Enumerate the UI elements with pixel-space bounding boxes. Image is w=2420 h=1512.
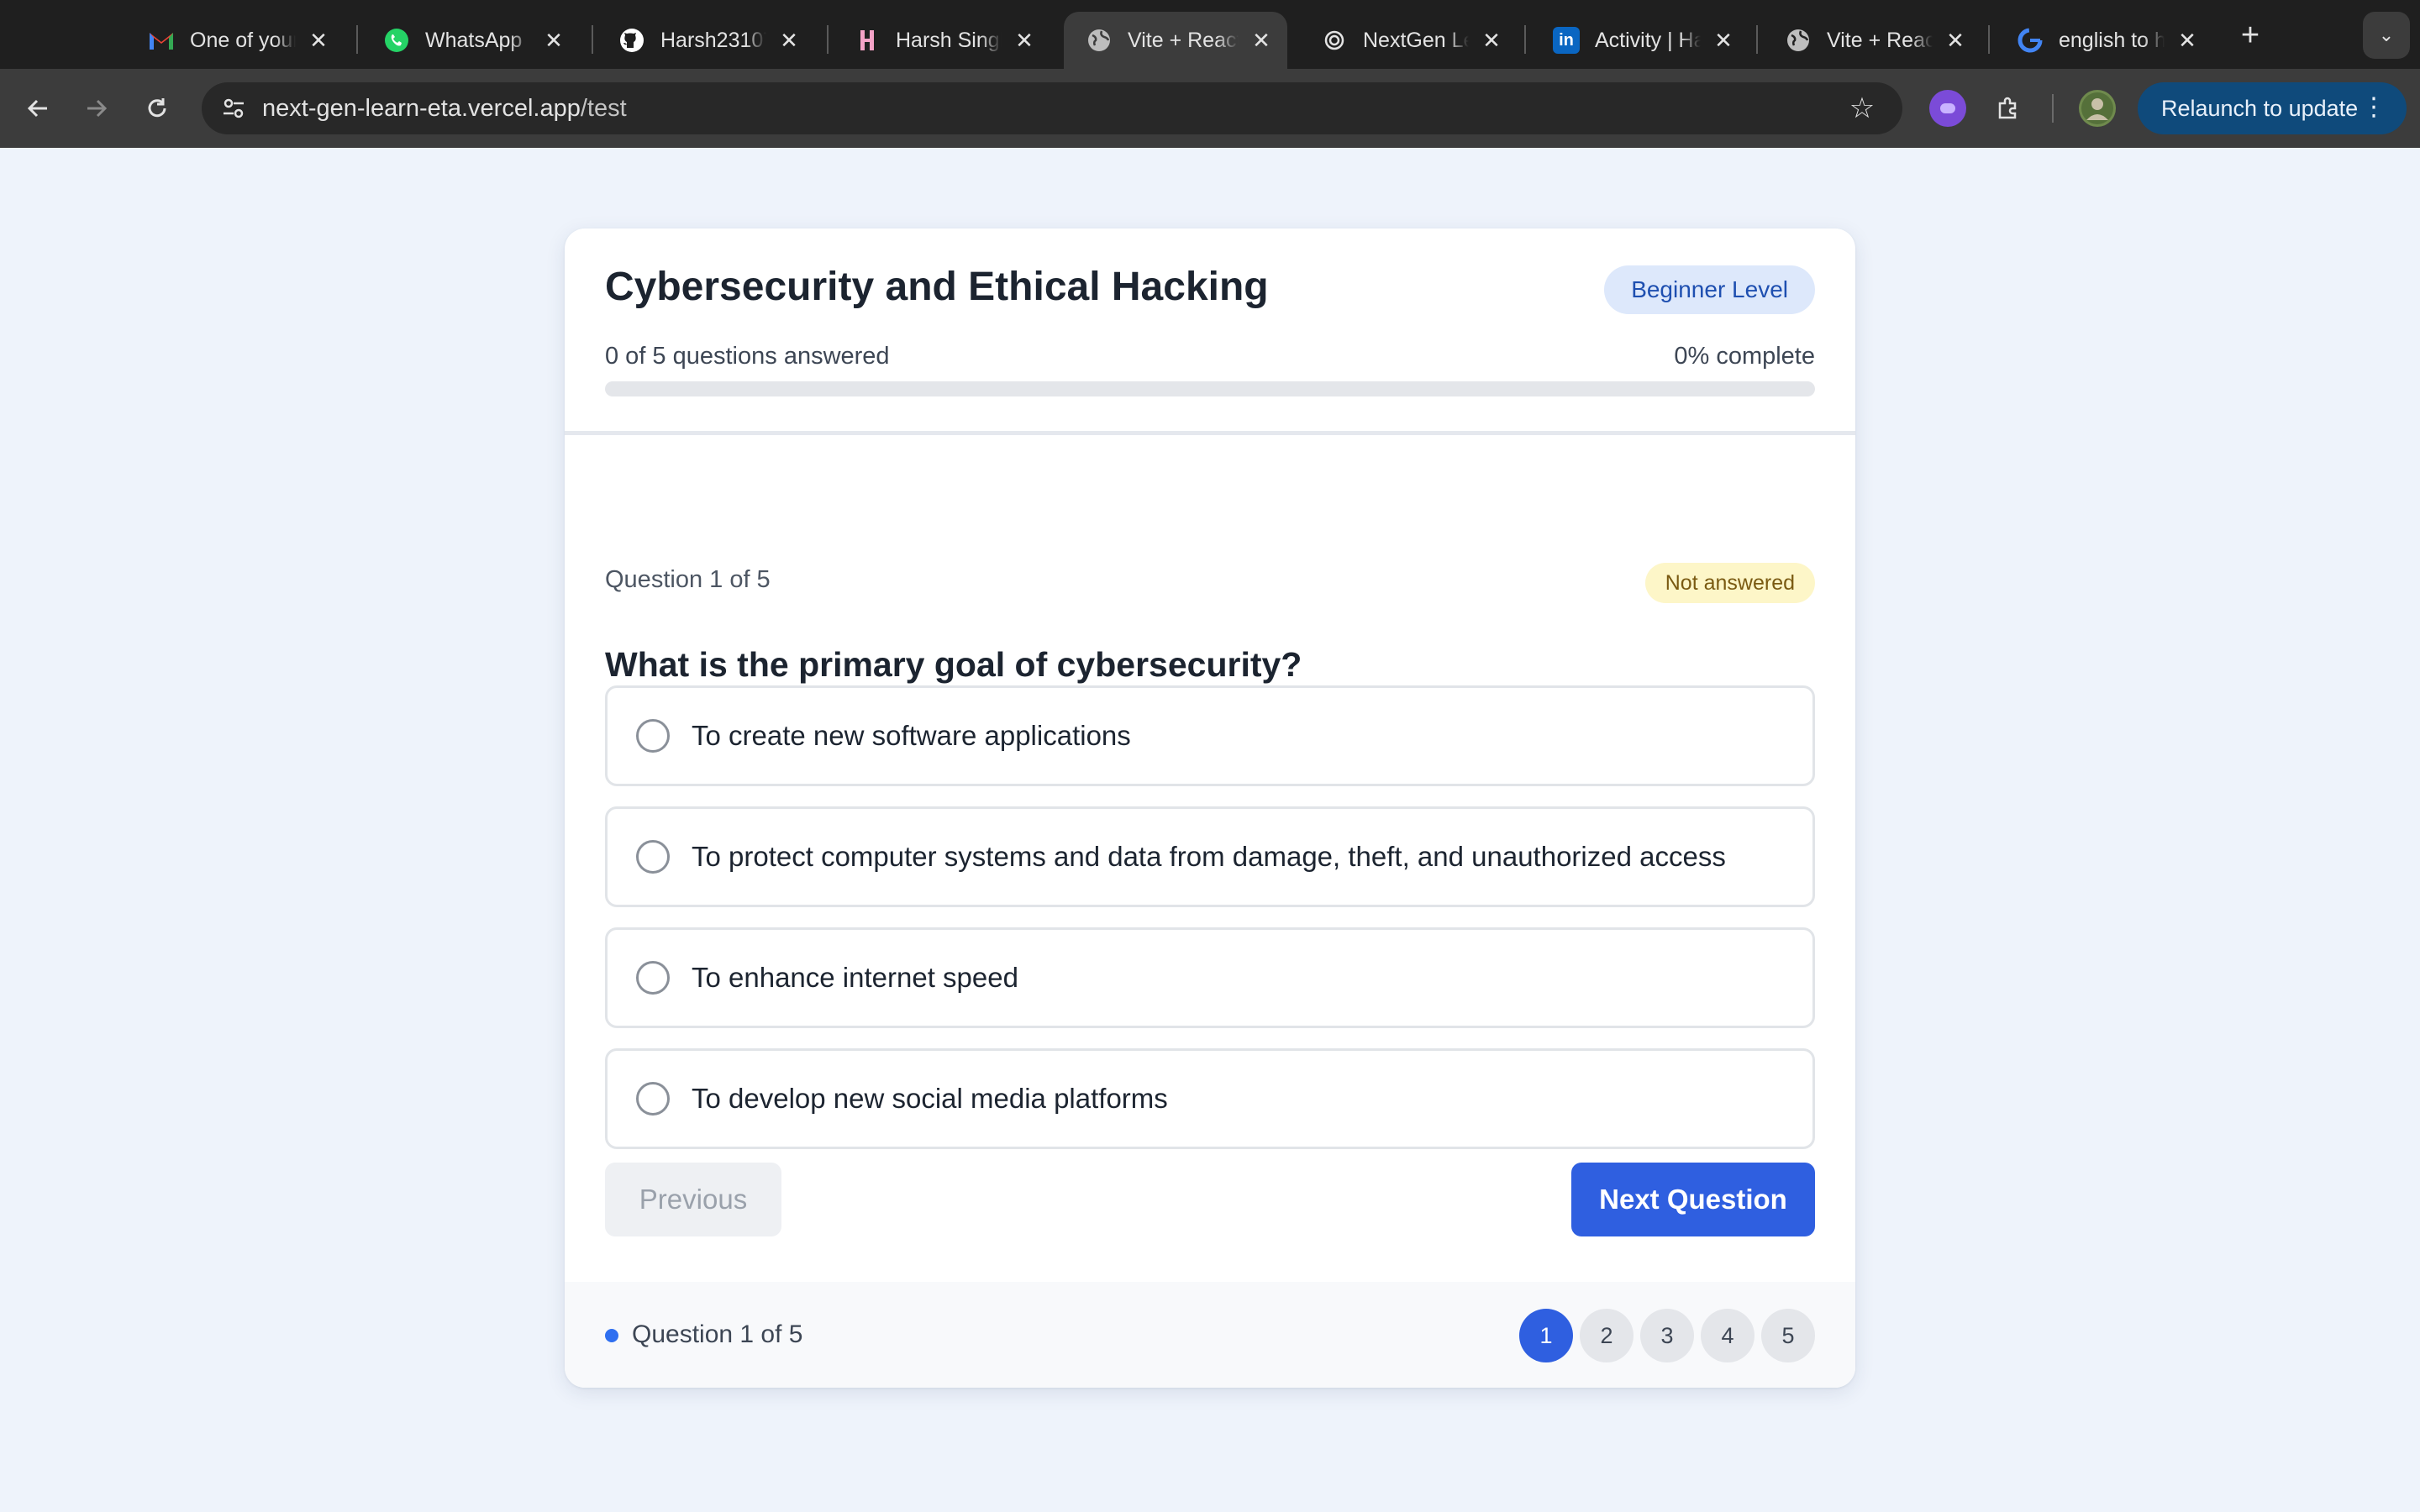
radio-button[interactable] bbox=[636, 961, 670, 995]
radio-button[interactable] bbox=[636, 840, 670, 874]
page-button-1[interactable]: 1 bbox=[1519, 1309, 1573, 1362]
page-button-4[interactable]: 4 bbox=[1701, 1309, 1754, 1362]
browser-tab[interactable]: Harsh23107 ✕ bbox=[597, 12, 815, 69]
progress-bar bbox=[605, 381, 1815, 396]
tab-separator bbox=[356, 25, 358, 54]
next-question-button[interactable]: Next Question bbox=[1571, 1163, 1815, 1236]
tab-title: Vite + React bbox=[1827, 28, 1933, 52]
tab-title: WhatsApp bbox=[425, 28, 523, 52]
tab-title: NextGen Le bbox=[1363, 28, 1469, 52]
tab-title: Harsh Singh bbox=[896, 28, 1002, 52]
answer-option-label: To create new software applications bbox=[692, 720, 1131, 751]
relaunch-label: Relaunch to update bbox=[2161, 95, 2359, 121]
tab-separator bbox=[1756, 25, 1758, 54]
tab-search-chevron-icon[interactable]: ⌄ bbox=[2363, 12, 2410, 59]
hashnode-icon bbox=[854, 27, 881, 54]
close-icon[interactable]: ✕ bbox=[1479, 28, 1504, 53]
answer-option[interactable]: To enhance internet speed bbox=[605, 927, 1815, 1028]
answer-option-label: To protect computer systems and data fro… bbox=[692, 841, 1726, 872]
tab-title: english to h bbox=[2059, 28, 2165, 52]
google-icon bbox=[2017, 27, 2044, 54]
page-button-5[interactable]: 5 bbox=[1761, 1309, 1815, 1362]
close-icon[interactable]: ✕ bbox=[776, 28, 802, 53]
quiz-footer: Question 1 of 5 1 2 3 4 5 bbox=[565, 1282, 1855, 1388]
page-button-2[interactable]: 2 bbox=[1580, 1309, 1634, 1362]
browser-tab[interactable]: One of your ✕ bbox=[126, 12, 345, 69]
status-dot bbox=[605, 1329, 618, 1342]
tab-separator bbox=[592, 25, 593, 54]
close-icon[interactable]: ✕ bbox=[1943, 28, 1968, 53]
tab-title: Activity | Ha bbox=[1595, 28, 1701, 52]
forward-arrow-icon[interactable] bbox=[76, 87, 118, 129]
extensions-puzzle-icon[interactable] bbox=[1990, 90, 2027, 127]
percent-complete: 0% complete bbox=[1674, 343, 1815, 370]
close-icon[interactable]: ✕ bbox=[1012, 28, 1037, 53]
browser-tab[interactable]: english to h ✕ bbox=[1995, 12, 2213, 69]
browser-tab[interactable]: WhatsApp ✕ bbox=[361, 12, 580, 69]
url-text: next-gen-learn-eta.vercel.app/test bbox=[262, 95, 1842, 123]
close-icon[interactable]: ✕ bbox=[1711, 28, 1736, 53]
browser-tab-strip: One of your ✕ WhatsApp ✕ Harsh23107 ✕ Ha… bbox=[0, 0, 2420, 69]
answer-option-label: To enhance internet speed bbox=[692, 962, 1018, 993]
back-arrow-icon[interactable] bbox=[17, 87, 59, 129]
answer-option[interactable]: To develop new social media platforms bbox=[605, 1048, 1815, 1149]
bookmark-star-icon[interactable]: ☆ bbox=[1842, 88, 1882, 129]
tab-title: Vite + React bbox=[1128, 28, 1239, 52]
level-badge: Beginner Level bbox=[1604, 265, 1815, 314]
question-text: What is the primary goal of cybersecurit… bbox=[605, 645, 1302, 684]
answer-status-badge: Not answered bbox=[1644, 563, 1815, 603]
footer-question-counter: Question 1 of 5 bbox=[632, 1320, 803, 1348]
browser-tab[interactable]: in Activity | Ha ✕ bbox=[1531, 12, 1749, 69]
answer-option[interactable]: To protect computer systems and data fro… bbox=[605, 806, 1815, 907]
new-tab-plus-icon[interactable]: + bbox=[2232, 17, 2269, 54]
question-pager: 1 2 3 4 5 bbox=[1519, 1309, 1815, 1362]
github-icon bbox=[618, 27, 645, 54]
browser-tab-active[interactable]: Vite + React ✕ bbox=[1064, 12, 1287, 69]
page-viewport: Cybersecurity and Ethical Hacking Beginn… bbox=[0, 148, 2420, 1512]
browser-tab[interactable]: Vite + React ✕ bbox=[1763, 12, 1981, 69]
close-icon[interactable]: ✕ bbox=[1249, 28, 1274, 53]
radio-button[interactable] bbox=[636, 1082, 670, 1116]
tab-title: One of your bbox=[190, 28, 296, 52]
close-icon[interactable]: ✕ bbox=[306, 28, 331, 53]
previous-button[interactable]: Previous bbox=[605, 1163, 781, 1236]
reload-icon[interactable] bbox=[136, 87, 178, 129]
answer-option-label: To develop new social media platforms bbox=[692, 1083, 1168, 1114]
tab-separator bbox=[1988, 25, 1990, 54]
quiz-card: Cybersecurity and Ethical Hacking Beginn… bbox=[565, 228, 1855, 1388]
openai-icon bbox=[1321, 27, 1348, 54]
browser-tab[interactable]: Harsh Singh ✕ bbox=[832, 12, 1050, 69]
url-host: next-gen-learn-eta.vercel.app bbox=[262, 94, 581, 122]
site-settings-icon[interactable] bbox=[217, 92, 250, 125]
page-button-3[interactable]: 3 bbox=[1640, 1309, 1694, 1362]
tab-separator bbox=[827, 25, 829, 54]
tab-title: Harsh23107 bbox=[660, 28, 766, 52]
globe-icon bbox=[1785, 27, 1812, 54]
browser-tab[interactable]: NextGen Le ✕ bbox=[1299, 12, 1518, 69]
question-counter: Question 1 of 5 bbox=[605, 566, 771, 593]
whatsapp-icon bbox=[383, 27, 410, 54]
globe-icon bbox=[1086, 27, 1113, 54]
gmail-icon bbox=[148, 27, 175, 54]
answer-option[interactable]: To create new software applications bbox=[605, 685, 1815, 786]
browser-toolbar: next-gen-learn-eta.vercel.app/test ☆ Rel… bbox=[0, 69, 2420, 148]
answered-count: 0 of 5 questions answered bbox=[605, 343, 890, 370]
url-path: /test bbox=[580, 94, 627, 122]
extension-icon[interactable] bbox=[1929, 90, 1966, 127]
more-vertical-icon[interactable]: ⋮ bbox=[2361, 92, 2386, 123]
radio-button[interactable] bbox=[636, 719, 670, 753]
close-icon[interactable]: ✕ bbox=[2175, 28, 2200, 53]
address-bar[interactable]: next-gen-learn-eta.vercel.app/test ☆ bbox=[202, 82, 1902, 134]
toolbar-separator bbox=[2052, 94, 2054, 123]
profile-avatar[interactable] bbox=[2079, 90, 2116, 127]
quiz-header: Cybersecurity and Ethical Hacking Beginn… bbox=[565, 228, 1855, 435]
relaunch-to-update-button[interactable]: Relaunch to update ⋮ bbox=[2138, 82, 2407, 134]
close-icon[interactable]: ✕ bbox=[541, 28, 566, 53]
linkedin-icon: in bbox=[1553, 27, 1580, 54]
quiz-title: Cybersecurity and Ethical Hacking bbox=[605, 265, 1269, 309]
tab-separator bbox=[1524, 25, 1526, 54]
